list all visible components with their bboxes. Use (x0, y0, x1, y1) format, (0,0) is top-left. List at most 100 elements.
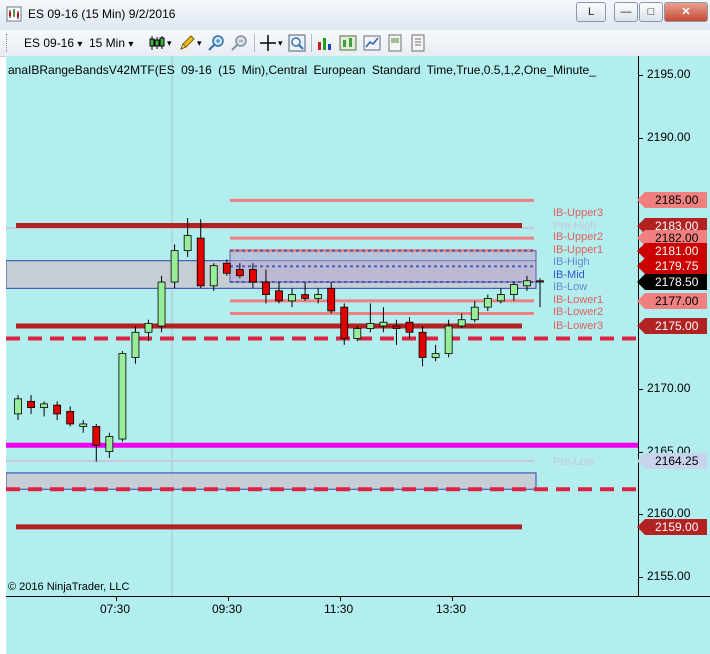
time-tick-label: 07:30 (100, 602, 131, 616)
candle-body (366, 323, 375, 329)
candle-body (353, 328, 362, 339)
candle-body (222, 262, 231, 274)
candle-body (431, 353, 440, 358)
data-box-icon[interactable] (288, 34, 306, 52)
price-tick-label: 2195.00 (647, 66, 691, 81)
price-tag: 2164.25 (637, 453, 707, 469)
candle-body (170, 250, 179, 283)
price-tag: 2159.00 (637, 518, 707, 535)
maximize-button[interactable]: □ (639, 2, 663, 22)
candle-body (40, 403, 48, 409)
band-label: Pre-Low (553, 455, 594, 468)
attach-icon[interactable] (409, 34, 427, 52)
price-tag: 2178.50 (637, 274, 707, 291)
time-tick-label: 13:30 (436, 602, 467, 616)
price-tag-text: 2175.00 (655, 319, 699, 333)
pencil-draw-icon[interactable] (178, 34, 196, 52)
time-tick-mark (452, 597, 453, 601)
candle-body (392, 325, 401, 329)
instrument-label: ES 09-16 (24, 36, 75, 50)
window-title: ES 09-16 (15 Min) 9/2/2016 (28, 7, 176, 21)
band-label: IB-Lower3 (553, 320, 604, 333)
band-label: IB-Upper3 (553, 207, 604, 220)
zoom-out-icon[interactable] (230, 34, 248, 52)
band-label: IB-Mid (553, 268, 585, 281)
price-tick-mark (639, 577, 643, 579)
time-tick-mark (116, 597, 117, 601)
chart-panel[interactable]: IB-Upper3 Pre-High IB-Upper2 IB-Upper1 IB-Hi… (6, 56, 638, 596)
candle-body (483, 297, 492, 308)
zoom-in-icon[interactable] (207, 34, 225, 52)
crosshair-icon[interactable] (259, 34, 277, 52)
price-tick-mark (639, 74, 643, 76)
price-tag-text: 2185.00 (655, 193, 699, 208)
price-chart[interactable] (6, 56, 638, 596)
price-tag: 2177.00 (637, 292, 707, 309)
price-tick-mark (639, 514, 643, 516)
copyright-text: © 2016 NinjaTrader, LLC (8, 581, 130, 593)
toolbar-grip[interactable] (6, 34, 10, 52)
candle-body (314, 294, 323, 299)
layout-button[interactable]: L (576, 2, 606, 22)
price-tick-mark (639, 388, 643, 390)
candle-body (509, 284, 518, 296)
time-tick-label: 11:30 (324, 602, 354, 616)
crosshair-dropdown-icon[interactable]: ▾ (278, 33, 283, 53)
candle-body (262, 281, 270, 296)
band-label: Pre-High (553, 219, 597, 232)
interval-label: 15 Min (89, 36, 126, 50)
price-axis[interactable]: 2195.002190.002185.002180.002175.002170.… (637, 56, 710, 596)
candle-body (196, 237, 205, 287)
candle-body (301, 294, 310, 299)
toolbar-separator (254, 34, 255, 52)
candle-body (327, 287, 336, 312)
price-tag-text: 2159.00 (655, 519, 699, 534)
time-tick-mark (228, 597, 229, 601)
interval-selector[interactable]: 15 Min ▾ (89, 33, 133, 53)
candle-body (523, 280, 531, 287)
minimize-button[interactable]: — (614, 2, 638, 22)
templates-icon[interactable] (386, 34, 404, 52)
draw-tools-dropdown-icon[interactable]: ▾ (197, 33, 202, 53)
band-label: IB-Lower1 (553, 293, 604, 306)
candle-body (248, 269, 257, 283)
toolbar-separator (311, 34, 312, 52)
candle-body (66, 410, 75, 425)
title-bar: ES 09-16 (15 Min) 9/2/2016 L — □ ✕ (0, 0, 710, 31)
price-tag-text: 2177.00 (655, 293, 699, 308)
indicator-header: anaIBRangeBandsV42MTF(ES 09-16 (15 Min),… (8, 63, 596, 77)
time-tick-label: 09:30 (212, 602, 243, 616)
price-tag-text: 2181.00 (655, 243, 699, 258)
chart-window-icon (6, 6, 22, 22)
candle-body (144, 323, 153, 333)
price-tick-label: 2190.00 (647, 129, 691, 144)
price-tag-text: 2179.75 (655, 259, 699, 274)
chart-properties-icon[interactable] (363, 34, 381, 52)
instrument-dropdown-icon: ▾ (77, 39, 83, 50)
chart-toolbar: ES 09-16 ▾ 15 Min ▾ ▾ ▾ ▾ (0, 30, 710, 57)
time-axis[interactable]: 07:30 09:30 11:30 13:30 (6, 596, 710, 654)
price-tick-label: 2155.00 (647, 569, 691, 584)
candle-body (444, 325, 453, 355)
strategies-icon[interactable] (339, 34, 357, 52)
candle-body (131, 331, 140, 358)
chart-style-icon[interactable] (148, 34, 166, 52)
close-button[interactable]: ✕ (664, 2, 708, 22)
candle-body (183, 235, 192, 252)
instrument-selector[interactable]: ES 09-16 ▾ (24, 33, 82, 53)
candle-body (105, 436, 114, 452)
band-label: IB-Low (553, 281, 588, 294)
band-label: IB-Upper1 (553, 243, 604, 256)
candle-body (470, 306, 479, 321)
band-label: IB-Lower2 (553, 306, 604, 319)
price-tag: 2185.00 (637, 192, 707, 209)
chart-style-dropdown-icon[interactable]: ▾ (167, 33, 172, 53)
price-tick-label: 2170.00 (647, 380, 691, 395)
candle-body (379, 321, 388, 327)
interval-dropdown-icon: ▾ (128, 39, 134, 50)
indicators-icon[interactable] (316, 34, 334, 52)
time-tick-mark (340, 597, 341, 601)
candle-body (235, 269, 244, 277)
candle-body (275, 290, 283, 302)
candle-body (418, 331, 427, 358)
